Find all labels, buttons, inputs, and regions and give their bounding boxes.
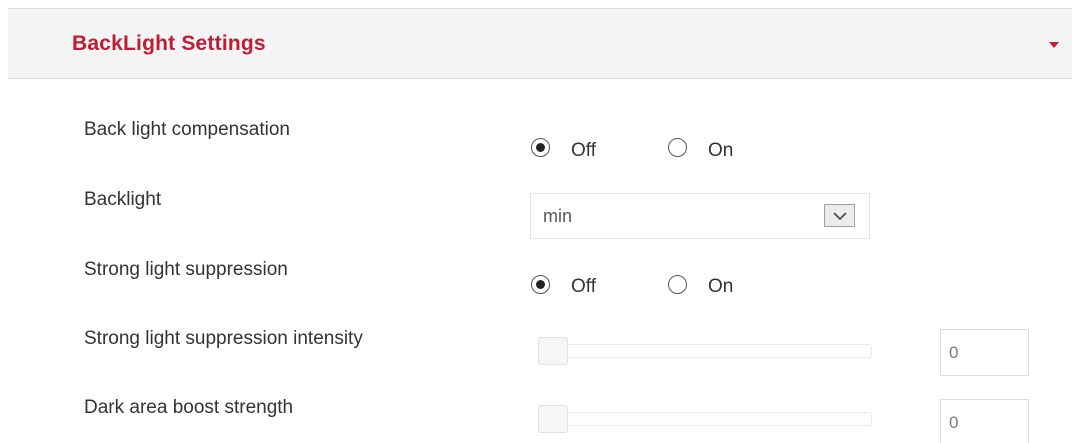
strong-light-suppression-intensity-input[interactable]: 0: [940, 329, 1029, 376]
strong-light-suppression-intensity-label: Strong light suppression intensity: [84, 328, 363, 349]
back-light-compensation-off-radio[interactable]: [531, 138, 550, 157]
back-light-compensation-off-label[interactable]: Off: [571, 140, 596, 162]
back-light-compensation-on-label[interactable]: On: [708, 140, 733, 162]
chevron-down-icon[interactable]: [824, 204, 855, 227]
strong-light-suppression-off-label[interactable]: Off: [571, 276, 596, 298]
strong-light-suppression-label: Strong light suppression: [84, 259, 288, 280]
back-light-compensation-label: Back light compensation: [84, 119, 290, 140]
strong-light-suppression-intensity-slider-handle[interactable]: [538, 337, 568, 365]
strong-light-suppression-on-radio[interactable]: [668, 275, 687, 294]
strong-light-suppression-on-label[interactable]: On: [708, 276, 733, 298]
back-light-compensation-on-radio[interactable]: [668, 138, 687, 157]
dark-area-boost-strength-value: 0: [949, 413, 959, 432]
dark-area-boost-strength-input[interactable]: 0: [940, 399, 1029, 443]
dark-area-boost-strength-slider-handle[interactable]: [538, 405, 568, 433]
backlight-select-value: min: [543, 206, 573, 226]
backlight-select[interactable]: min: [530, 193, 870, 239]
strong-light-suppression-intensity-slider-track[interactable]: [538, 344, 872, 358]
caret-down-icon[interactable]: [1049, 42, 1059, 48]
dark-area-boost-strength-label: Dark area boost strength: [84, 397, 294, 418]
section-header[interactable]: BackLight Settings: [8, 9, 1072, 79]
strong-light-suppression-intensity-value: 0: [949, 343, 959, 362]
section-title: BackLight Settings: [72, 32, 266, 55]
strong-light-suppression-off-radio[interactable]: [531, 275, 550, 294]
dark-area-boost-strength-slider-track[interactable]: [538, 412, 872, 426]
backlight-label: Backlight: [84, 189, 162, 210]
